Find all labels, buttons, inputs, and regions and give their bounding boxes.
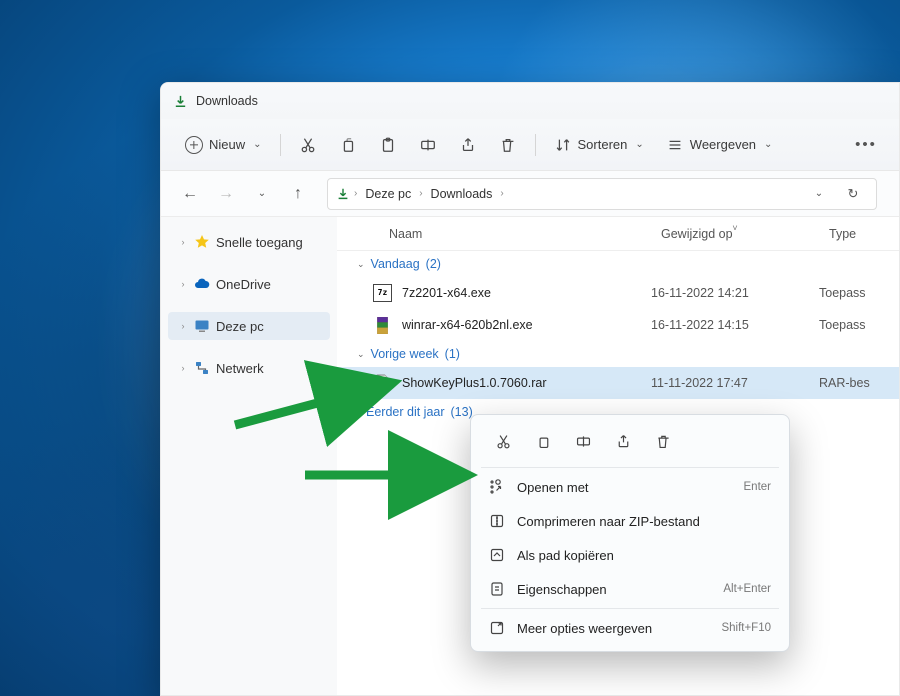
sidebar-item-label: Deze pc <box>216 319 264 334</box>
chevron-right-icon: › <box>178 279 188 289</box>
copy-path-icon <box>489 547 505 563</box>
file-name: winrar-x64-620b2nl.exe <box>402 318 651 332</box>
view-button[interactable]: Weergeven ⌄ <box>656 127 783 163</box>
sort-icon <box>554 136 572 154</box>
file-icon-7z: 7z <box>373 284 392 302</box>
column-headers: Naam Gewijzigd op Type <box>337 217 899 251</box>
chevron-down-icon: ⌄ <box>357 349 365 360</box>
chevron-down-icon: ⌄ <box>357 259 365 270</box>
navigation-row: ← → ⌄ ↑ › Deze pc › Downloads › ⌄ ↻ <box>161 171 899 217</box>
file-type: RAR-bes <box>819 376 899 390</box>
new-button[interactable]: Nieuw ⌄ <box>175 127 272 163</box>
downloads-icon <box>173 94 188 109</box>
ctx-open-with[interactable]: Openen met Enter <box>477 470 783 504</box>
sidebar-item-label: OneDrive <box>216 277 271 292</box>
ctx-share-button[interactable] <box>605 425 641 457</box>
star-icon <box>194 234 210 250</box>
col-modified[interactable]: Gewijzigd op <box>651 227 819 241</box>
share-button[interactable] <box>449 127 487 163</box>
recent-button[interactable]: ⌄ <box>247 179 277 209</box>
ctx-delete-button[interactable] <box>645 425 681 457</box>
ctx-properties[interactable]: Eigenschappen Alt+Enter <box>477 572 783 606</box>
context-menu: Openen met Enter Comprimeren naar ZIP-be… <box>470 414 790 652</box>
downloads-icon <box>336 187 350 201</box>
ctx-cut-button[interactable] <box>485 425 521 457</box>
chevron-down-icon: ⌄ <box>253 139 261 150</box>
chevron-right-icon: › <box>419 188 422 199</box>
toolbar: Nieuw ⌄ Sorteren ⌄ Weergeven ⌄ ••• <box>161 119 899 171</box>
chevron-down-icon: ⌄ <box>764 139 772 150</box>
chevron-right-icon: › <box>178 321 188 331</box>
separator <box>535 134 536 156</box>
paste-button[interactable] <box>369 127 407 163</box>
address-bar[interactable]: › Deze pc › Downloads › ⌄ ↻ <box>327 178 877 210</box>
file-date: 16-11-2022 14:15 <box>651 318 819 332</box>
context-icon-row <box>477 421 783 465</box>
sidebar-item-label: Snelle toegang <box>216 235 303 250</box>
sidebar-item-onedrive[interactable]: › OneDrive <box>168 270 330 298</box>
file-row[interactable]: winrar-x64-620b2nl.exe 16-11-2022 14:15 … <box>337 309 899 341</box>
back-button[interactable]: ← <box>175 179 205 209</box>
titlebar[interactable]: Downloads <box>161 83 899 119</box>
chevron-right-icon: › <box>354 188 357 199</box>
properties-icon <box>489 581 505 597</box>
chevron-down-icon: ⌄ <box>635 139 643 150</box>
breadcrumb-root[interactable]: Deze pc <box>361 185 415 203</box>
view-icon <box>666 136 684 154</box>
file-row[interactable]: 7z 7z2201-x64.exe 16-11-2022 14:21 Toepa… <box>337 277 899 309</box>
sidebar-item-label: Netwerk <box>216 361 264 376</box>
ctx-more-options[interactable]: Meer opties weergeven Shift+F10 <box>477 611 783 645</box>
separator <box>481 467 779 468</box>
group-header[interactable]: ⌄ Vandaag (2) <box>337 251 899 277</box>
file-date: 16-11-2022 14:21 <box>651 286 819 300</box>
copy-button[interactable] <box>329 127 367 163</box>
file-date: 11-11-2022 17:47 <box>651 376 819 390</box>
breadcrumb-folder[interactable]: Downloads <box>427 185 497 203</box>
col-name[interactable]: Naam <box>337 227 651 241</box>
col-type[interactable]: Type <box>819 227 899 241</box>
delete-button[interactable] <box>489 127 527 163</box>
chevron-right-icon: › <box>178 363 188 373</box>
network-icon <box>194 360 210 376</box>
file-icon-generic <box>373 374 392 392</box>
chevron-right-icon: › <box>357 407 360 417</box>
file-name: 7z2201-x64.exe <box>402 286 651 300</box>
window-title: Downloads <box>196 94 258 108</box>
sidebar-item-this-pc[interactable]: › Deze pc <box>168 312 330 340</box>
separator <box>280 134 281 156</box>
ctx-copy-button[interactable] <box>525 425 561 457</box>
file-type: Toepass <box>819 318 899 332</box>
up-button[interactable]: ↑ <box>283 179 313 209</box>
plus-icon <box>185 136 203 154</box>
chevron-right-icon: › <box>178 237 188 247</box>
rename-button[interactable] <box>409 127 447 163</box>
cloud-icon <box>194 276 210 292</box>
ctx-compress-zip[interactable]: Comprimeren naar ZIP-bestand <box>477 504 783 538</box>
group-header[interactable]: ⌄ Vorige week (1) <box>337 341 899 367</box>
sort-button[interactable]: Sorteren ⌄ <box>544 127 654 163</box>
file-icon-rar <box>373 316 392 334</box>
sidebar-item-network[interactable]: › Netwerk <box>168 354 330 382</box>
ctx-rename-button[interactable] <box>565 425 601 457</box>
refresh-button[interactable]: ↻ <box>838 179 868 209</box>
file-row[interactable]: ShowKeyPlus1.0.7060.rar 11-11-2022 17:47… <box>337 367 899 399</box>
sidebar: › Snelle toegang › OneDrive › Deze pc › … <box>161 217 337 695</box>
file-name: ShowKeyPlus1.0.7060.rar <box>402 376 651 390</box>
more-options-icon <box>489 620 505 636</box>
forward-button[interactable]: → <box>211 179 241 209</box>
monitor-icon <box>194 318 210 334</box>
zip-icon <box>489 513 505 529</box>
chevron-right-icon: › <box>500 188 503 199</box>
more-button[interactable]: ••• <box>847 127 885 163</box>
separator <box>481 608 779 609</box>
addr-chevron-down[interactable]: ⌄ <box>804 179 834 209</box>
cut-button[interactable] <box>289 127 327 163</box>
file-type: Toepass <box>819 286 899 300</box>
ctx-copy-path[interactable]: Als pad kopiëren <box>477 538 783 572</box>
open-with-icon <box>489 479 505 495</box>
sidebar-item-quick-access[interactable]: › Snelle toegang <box>168 228 330 256</box>
